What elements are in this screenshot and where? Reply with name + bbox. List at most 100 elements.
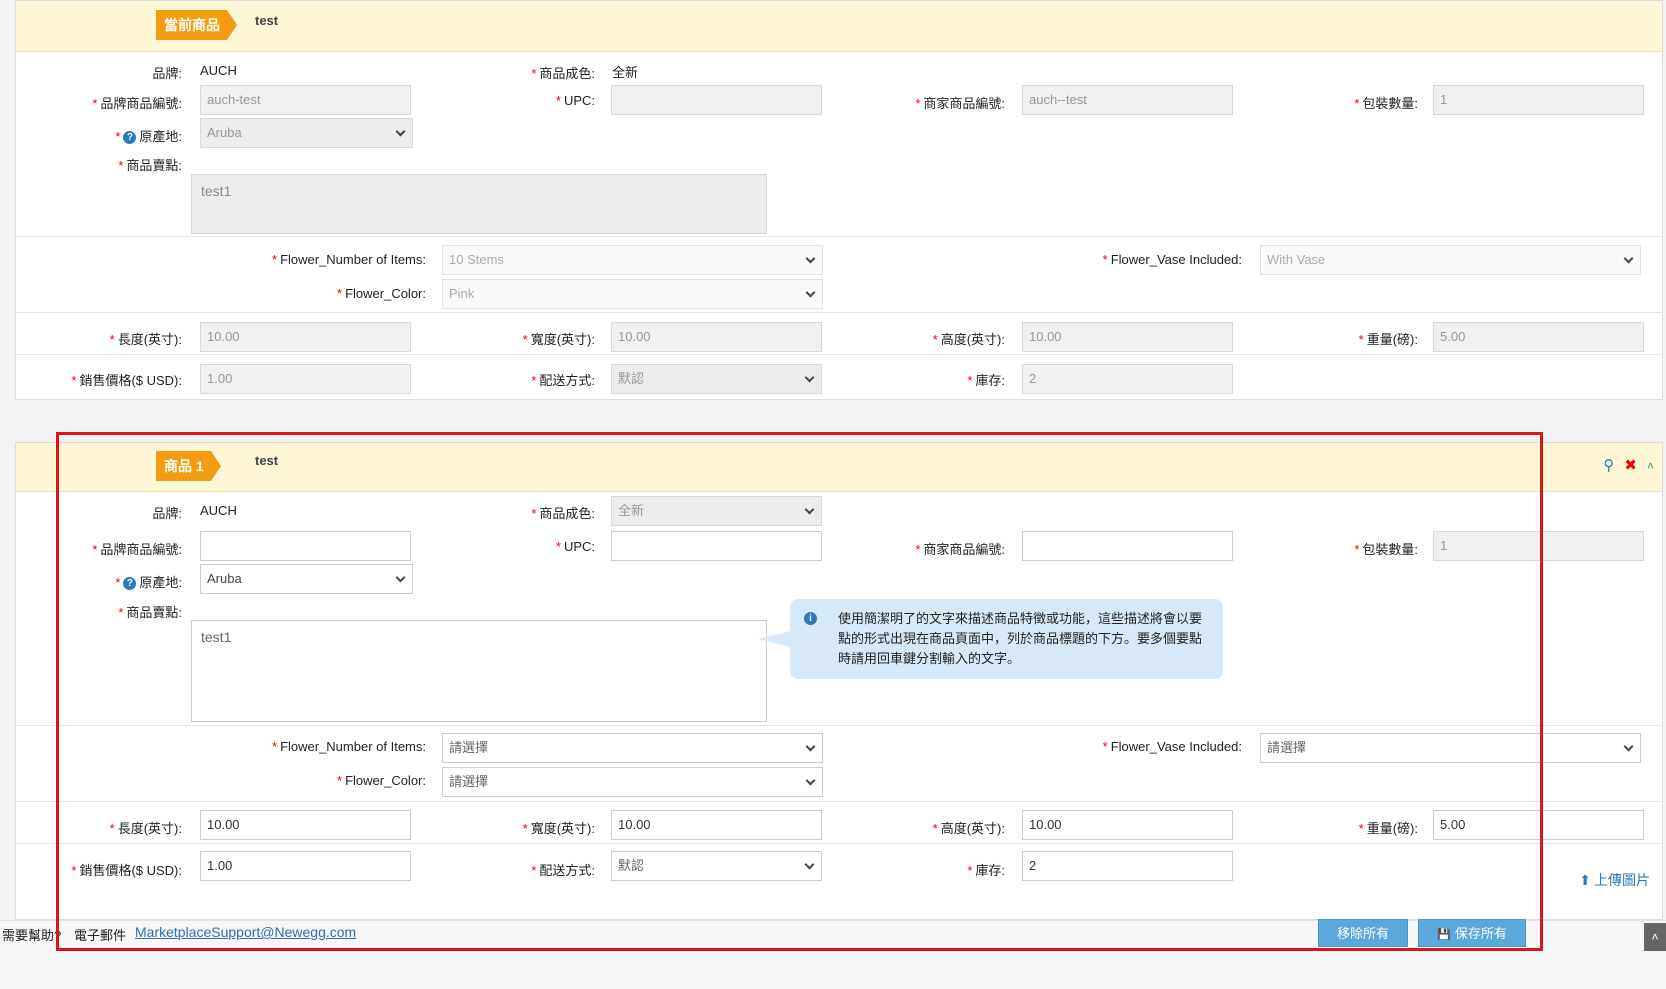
height-label: * 高度(英寸): — [932, 332, 1005, 347]
product-1-tag: 商品 1 — [156, 451, 221, 481]
color-select[interactable]: 請選擇 — [442, 767, 823, 797]
origin-label: *? 原產地: — [115, 575, 182, 590]
brand-label: 品牌: — [152, 506, 182, 521]
bullets-label: * 商品賣點: — [118, 605, 182, 620]
shipping-select[interactable]: 默認 — [611, 364, 822, 394]
num-items-label: * Flower_Number of Items: — [272, 252, 426, 267]
height-label: * 高度(英寸): — [932, 821, 1005, 836]
bullets-textarea[interactable]: test1 — [191, 620, 767, 722]
vase-select[interactable]: 請選擇 — [1260, 733, 1641, 763]
price-label: * 銷售價格($ USD): — [71, 863, 182, 878]
divider — [16, 843, 1662, 844]
remove-all-button[interactable]: 移除所有 — [1318, 919, 1408, 947]
condition-label: * 商品成色: — [531, 506, 595, 521]
tooltip-text: 使用簡潔明了的文字來描述商品特徵或功能，這些描述將會以要點的形式出現在商品頁面中… — [838, 611, 1203, 666]
search-icon[interactable]: ⚲ — [1603, 457, 1614, 475]
product-1-header: 商品 1 test ⚲ ✖ ˄ — [16, 443, 1662, 492]
brand-sku-field[interactable] — [200, 531, 411, 561]
divider — [16, 236, 1662, 237]
vase-label: * Flower_Vase Included: — [1102, 739, 1242, 754]
divider — [16, 725, 1662, 726]
upload-image-link[interactable]: ⬆ 上傳圖片 — [1579, 870, 1650, 890]
stock-field[interactable]: 2 — [1022, 851, 1233, 881]
width-label: * 寬度(英寸): — [522, 332, 595, 347]
upc-label: * UPC: — [555, 539, 595, 554]
length-label: * 長度(英寸): — [109, 821, 182, 836]
help-text: 需要幫助? — [2, 928, 62, 943]
email-label: 電子郵件 — [74, 928, 127, 943]
chevron-down-icon — [804, 504, 815, 515]
price-field[interactable]: 1.00 — [200, 364, 411, 394]
brand-label: 品牌: — [152, 66, 182, 81]
width-field[interactable]: 10.00 — [611, 322, 822, 352]
save-icon: 💾 — [1437, 929, 1451, 941]
question-icon[interactable]: ? — [123, 131, 137, 144]
condition-label: * 商品成色: — [531, 66, 595, 81]
upc-field[interactable] — [611, 85, 822, 115]
condition-select[interactable]: 全新 — [611, 496, 822, 526]
product-1-actions: ⚲ ✖ ˄ — [1603, 457, 1654, 475]
info-icon: i — [804, 612, 817, 625]
color-label: * Flower_Color: — [337, 773, 426, 788]
bullets-label: * 商品賣點: — [118, 158, 182, 173]
weight-field[interactable]: 5.00 — [1433, 810, 1644, 840]
seller-sku-field[interactable] — [1022, 531, 1233, 561]
num-items-select[interactable]: 請選擇 — [442, 733, 823, 763]
color-select[interactable]: Pink — [442, 279, 823, 309]
height-field[interactable]: 10.00 — [1022, 810, 1233, 840]
chevron-down-icon — [805, 253, 816, 264]
vase-select[interactable]: With Vase — [1260, 245, 1641, 275]
divider — [16, 354, 1662, 355]
pack-qty-label: * 包裝數量: — [1354, 96, 1418, 111]
divider — [16, 801, 1662, 802]
chevron-down-icon — [395, 126, 406, 137]
chevron-down-icon — [804, 859, 815, 870]
chevron-up-icon[interactable]: ˄ — [1647, 457, 1654, 475]
upc-label: * UPC: — [555, 93, 595, 108]
height-field[interactable]: 10.00 — [1022, 322, 1233, 352]
seller-sku-field[interactable]: auch--test — [1022, 85, 1233, 115]
brand-sku-label: * 品牌商品編號: — [92, 542, 182, 557]
origin-label: *? 原產地: — [115, 129, 182, 144]
chevron-down-icon — [804, 372, 815, 383]
width-label: * 寬度(英寸): — [522, 821, 595, 836]
upc-field[interactable] — [611, 531, 822, 561]
length-field[interactable]: 10.00 — [200, 322, 411, 352]
seller-sku-label: * 商家商品編號: — [915, 96, 1005, 111]
brand-sku-field[interactable]: auch-test — [200, 85, 411, 115]
length-field[interactable]: 10.00 — [200, 810, 411, 840]
chevron-down-icon — [805, 741, 816, 752]
length-label: * 長度(英寸): — [109, 332, 182, 347]
origin-select[interactable]: Aruba — [200, 564, 413, 594]
question-icon[interactable]: ? — [123, 577, 137, 590]
bullets-textarea[interactable]: test1 — [191, 174, 767, 234]
product-1-name: test — [255, 453, 279, 468]
save-all-button[interactable]: 💾 保存所有 — [1418, 919, 1526, 947]
seller-sku-label: * 商家商品編號: — [915, 542, 1005, 557]
weight-field[interactable]: 5.00 — [1433, 322, 1644, 352]
close-icon[interactable]: ✖ — [1624, 457, 1637, 475]
price-field[interactable]: 1.00 — [200, 851, 411, 881]
pack-qty-field[interactable]: 1 — [1433, 85, 1644, 115]
upload-icon: ⬆ — [1579, 872, 1591, 888]
pack-qty-label: * 包裝數量: — [1354, 542, 1418, 557]
stock-label: * 庫存: — [967, 373, 1005, 388]
shipping-select[interactable]: 默認 — [611, 851, 822, 881]
stock-field[interactable]: 2 — [1022, 364, 1233, 394]
origin-select[interactable]: Aruba — [200, 118, 413, 148]
width-field[interactable]: 10.00 — [611, 810, 822, 840]
chevron-down-icon — [805, 287, 816, 298]
current-product-tag: 當前商品 — [156, 10, 237, 40]
shipping-label: * 配送方式: — [531, 373, 595, 388]
current-product-header: 當前商品 test — [16, 1, 1662, 52]
current-product-name: test — [255, 13, 279, 28]
support-email-link[interactable]: MarketplaceSupport@Newegg.com — [135, 924, 356, 940]
scroll-to-top-button[interactable]: ˄ — [1644, 923, 1666, 951]
weight-label: * 重量(磅): — [1358, 332, 1418, 347]
color-label: * Flower_Color: — [337, 286, 426, 301]
num-items-select[interactable]: 10 Stems — [442, 245, 823, 275]
vase-label: * Flower_Vase Included: — [1102, 252, 1242, 267]
pack-qty-field[interactable]: 1 — [1433, 531, 1644, 561]
chevron-down-icon — [1623, 253, 1634, 264]
brand-value: AUCH — [200, 63, 237, 78]
